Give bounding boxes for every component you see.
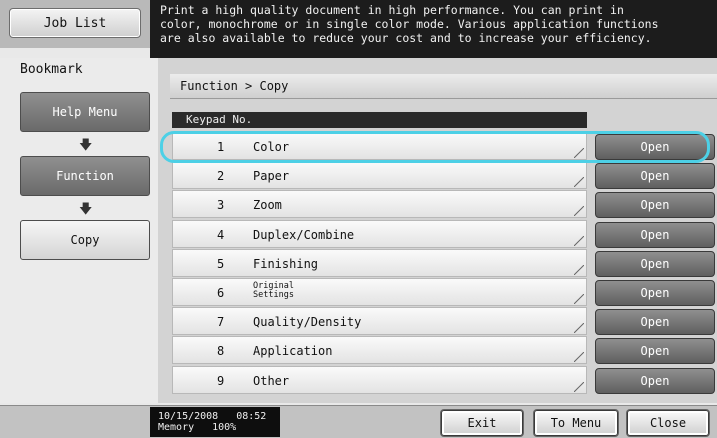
- exit-button[interactable]: Exit: [441, 410, 523, 436]
- arrow-down-icon: 🡇: [79, 138, 93, 153]
- function-row[interactable]: 3 Zoom: [172, 190, 587, 218]
- breadcrumb-bar: Function > Copy: [170, 74, 717, 99]
- keypad-number: 7: [217, 315, 225, 329]
- resize-corner-icon: [574, 148, 584, 158]
- resize-corner-icon: [574, 323, 584, 333]
- function-list: 1 Color Open 2 Paper Open 3 Zoom Open 4 Duplex/Com…: [172, 128, 717, 398]
- resize-corner-icon: [574, 236, 584, 246]
- status-time: 08:52: [236, 411, 267, 422]
- function-row[interactable]: 8 Application: [172, 336, 587, 364]
- function-button[interactable]: Function: [20, 156, 150, 196]
- close-button[interactable]: Close: [627, 410, 709, 436]
- keypad-number: 9: [217, 374, 225, 388]
- keypad-number: 2: [217, 169, 225, 183]
- function-label: Other: [253, 374, 290, 388]
- function-label: Original Settings: [253, 281, 294, 300]
- arrow-down-icon: 🡇: [79, 202, 93, 217]
- function-row[interactable]: 2 Paper: [172, 161, 587, 189]
- resize-corner-icon: [574, 206, 584, 216]
- bookmark-label: Bookmark: [20, 62, 83, 77]
- keypad-number: 6: [217, 286, 225, 300]
- memory-value: 100%: [212, 422, 237, 433]
- open-button[interactable]: Open: [595, 134, 715, 160]
- keypad-number: 1: [217, 140, 225, 154]
- copy-button[interactable]: Copy: [20, 220, 150, 260]
- resize-corner-icon: [574, 265, 584, 275]
- open-button[interactable]: Open: [595, 192, 715, 218]
- function-row[interactable]: 7 Quality/Density: [172, 307, 587, 335]
- resize-corner-icon: [574, 352, 584, 362]
- job-list-button[interactable]: Job List: [9, 8, 141, 38]
- function-row[interactable]: 1 Color: [172, 132, 587, 160]
- memory-label: Memory: [158, 422, 195, 433]
- function-label: Duplex/Combine: [253, 228, 355, 242]
- function-label: Paper: [253, 169, 290, 183]
- keypad-number: 8: [217, 344, 225, 358]
- open-button[interactable]: Open: [595, 163, 715, 189]
- open-button[interactable]: Open: [595, 251, 715, 277]
- resize-corner-icon: [574, 294, 584, 304]
- keypad-number: 3: [217, 198, 225, 212]
- keypad-number: 4: [217, 228, 225, 242]
- info-banner: Print a high quality document in high pe…: [150, 0, 717, 58]
- open-button[interactable]: Open: [595, 222, 715, 248]
- open-button[interactable]: Open: [595, 368, 715, 394]
- status-date: 10/15/2008: [158, 411, 219, 422]
- function-label: Zoom: [253, 198, 282, 212]
- function-row[interactable]: 6 Original Settings: [172, 278, 587, 306]
- open-button[interactable]: Open: [595, 280, 715, 306]
- function-label: Quality/Density: [253, 315, 362, 329]
- status-box: 10/15/2008 08:52 Memory 100%: [150, 407, 280, 437]
- help-menu-button[interactable]: Help Menu: [20, 92, 150, 132]
- to-menu-button[interactable]: To Menu: [534, 410, 618, 436]
- function-label: Finishing: [253, 257, 319, 271]
- resize-corner-icon: [574, 382, 584, 392]
- keypad-no-header: Keypad No.: [172, 112, 587, 128]
- open-button[interactable]: Open: [595, 338, 715, 364]
- breadcrumb: Function > Copy: [180, 79, 289, 93]
- keypad-number: 5: [217, 257, 225, 271]
- function-row[interactable]: 9 Other: [172, 366, 587, 394]
- function-label: Color: [253, 140, 290, 154]
- open-button[interactable]: Open: [595, 309, 715, 335]
- resize-corner-icon: [574, 177, 584, 187]
- function-label: Application: [253, 344, 333, 358]
- function-row[interactable]: 5 Finishing: [172, 249, 587, 277]
- function-row[interactable]: 4 Duplex/Combine: [172, 220, 587, 248]
